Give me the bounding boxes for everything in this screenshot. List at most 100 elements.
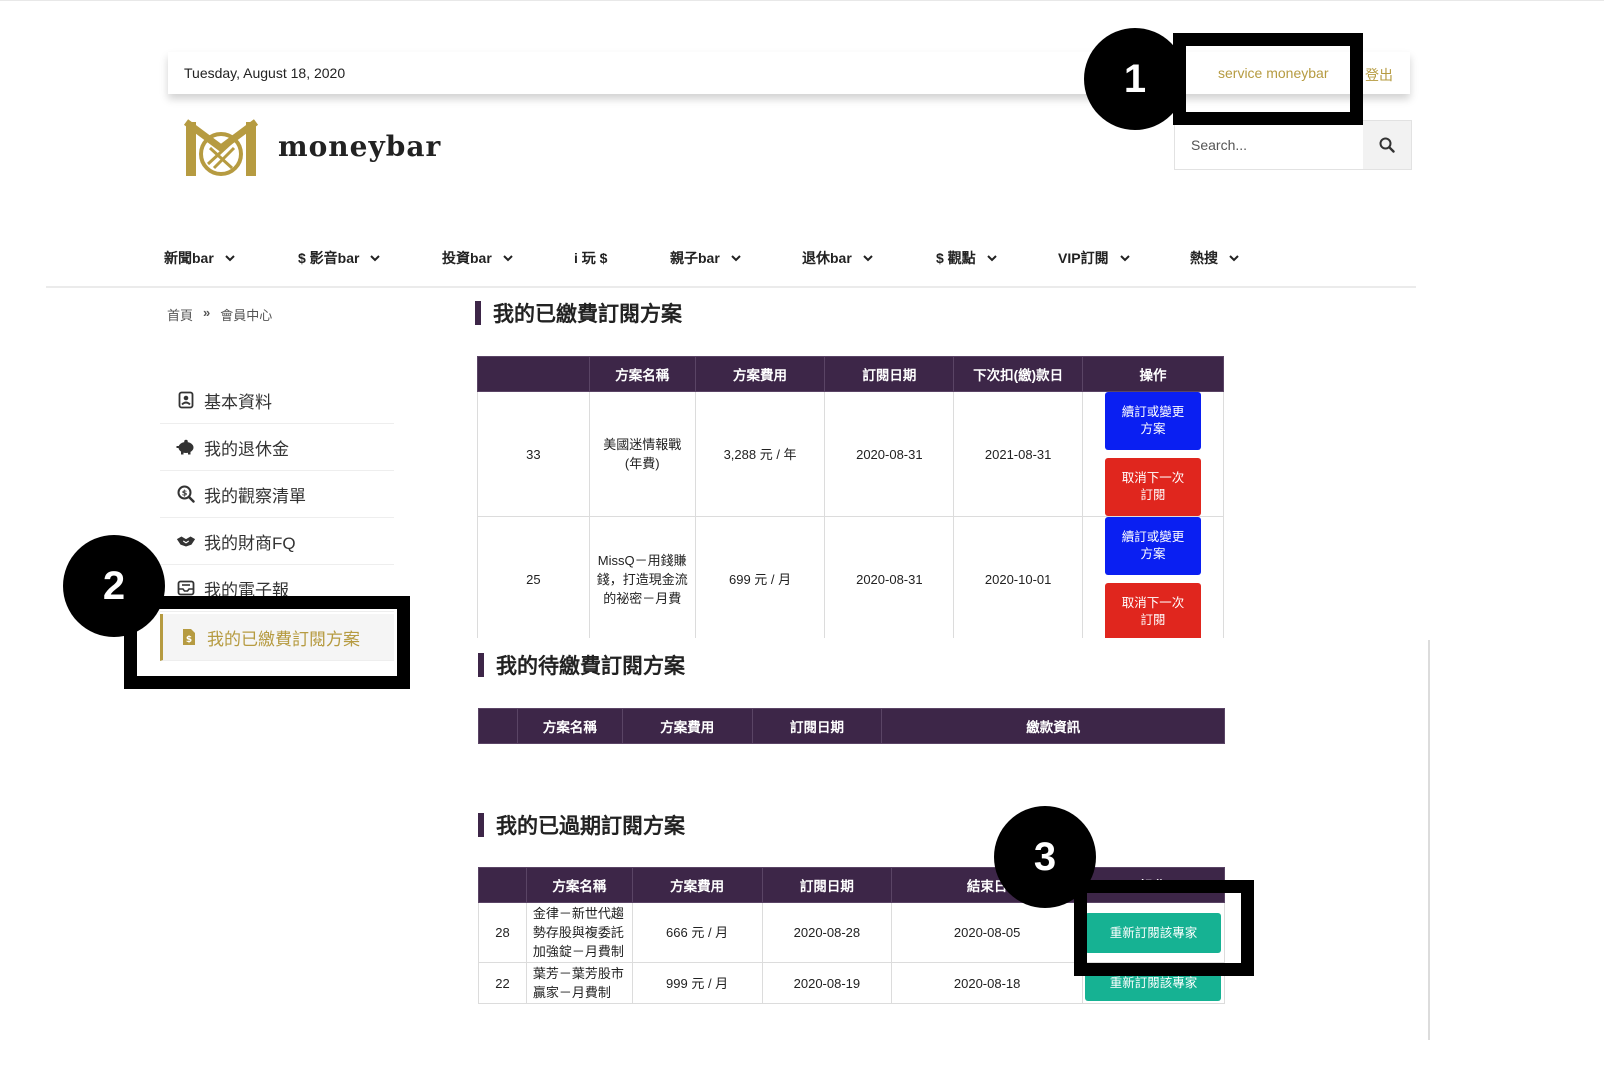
handshake-icon [176, 531, 196, 551]
plan-id: 33 [477, 391, 590, 517]
section-title-text: 我的已繳費訂閱方案 [493, 303, 682, 326]
plan-id: 22 [478, 962, 527, 1004]
cancel-next-subscription-button[interactable]: 取消下一次 訂閱 [1105, 458, 1202, 516]
plan-id: 28 [478, 902, 527, 963]
pending-section-title: 我的待繳費訂閱方案 [478, 650, 685, 680]
column-header: 方案名稱 [588, 356, 696, 392]
subscribe-date: 2020-08-19 [761, 962, 893, 1004]
next-charge-date: 2020-10-01 [953, 516, 1084, 638]
nav-item-opinion[interactable]: $ 觀點 [936, 248, 998, 268]
sidebar-item-label: 我的財商FQ [204, 533, 296, 553]
nav-item-invest[interactable]: 投資bar [442, 248, 514, 268]
actions-cell: 續訂或變更 方案 取消下一次 訂閱 [1082, 391, 1224, 517]
breadcrumb-current: 會員中心 [220, 308, 273, 323]
nav-item-vip[interactable]: VIP訂閱 [1058, 248, 1131, 268]
chevron-down-icon [986, 255, 997, 262]
nav-label: $ 影音bar [298, 250, 360, 266]
sidebar-item-fq[interactable]: 我的財商FQ [160, 518, 394, 565]
plan-name: MissQ－用錢賺 錢，打造現金流 的祕密－月費 [588, 516, 696, 638]
plan-id: 25 [477, 516, 590, 638]
nav-item-retire[interactable]: 退休bar [802, 248, 874, 268]
title-accent-bar [478, 813, 484, 837]
pending-subscriptions-table: 方案名稱 方案費用 訂閱日期 繳款資訊 [478, 708, 1225, 744]
sidebar-item-label: 我的觀察清單 [204, 486, 306, 506]
chevron-down-icon [370, 255, 381, 262]
chevron-down-icon [225, 255, 235, 262]
breadcrumb-home[interactable]: 首頁 [167, 305, 193, 324]
sidebar-item-watchlist[interactable]: $ 我的觀察清單 [160, 471, 394, 518]
highlight-box-3 [1074, 880, 1254, 976]
sidebar-item-label: 我的退休金 [204, 439, 289, 459]
end-date: 2020-08-18 [891, 962, 1083, 1004]
subscribe-date: 2020-08-31 [824, 391, 955, 517]
top-border [0, 0, 1604, 1]
mail-tray-icon [176, 578, 196, 598]
renew-or-change-button[interactable]: 續訂或變更 方案 [1105, 392, 1202, 450]
contact-card-icon [176, 390, 196, 410]
nav-item-play[interactable]: i 玩 $ [574, 248, 607, 268]
sidebar-item-pension[interactable]: 我的退休金 [160, 424, 394, 471]
step-marker-3: 3 [994, 806, 1096, 908]
nav-label: 退休bar [802, 250, 852, 266]
table-header-row: 方案名稱 方案費用 訂閱日期 下次扣(繳)款日 操作 [477, 356, 1224, 392]
nav-label: $ 觀點 [936, 250, 976, 266]
nav-item-parenting[interactable]: 親子bar [670, 248, 742, 268]
column-header: 繳款資訊 [881, 708, 1225, 744]
search-input[interactable] [1175, 121, 1365, 169]
nav-item-news[interactable]: 新聞bar [164, 248, 236, 268]
end-date: 2020-08-05 [891, 902, 1083, 963]
highlight-box-1 [1173, 33, 1363, 125]
nav-label: 親子bar [670, 250, 720, 266]
table-row: 33 美國迷情報戰 (年費) 3,288 元 / 年 2020-08-31 20… [477, 391, 1224, 517]
column-header: 訂閱日期 [761, 867, 893, 903]
site-logo[interactable]: moneybar [184, 118, 444, 180]
column-header: 方案費用 [694, 356, 826, 392]
plan-fee: 699 元 / 月 [694, 516, 826, 638]
search-button[interactable] [1363, 121, 1411, 169]
cancel-next-subscription-button[interactable]: 取消下一次 訂閱 [1105, 583, 1202, 638]
paid-table-viewport[interactable]: 方案名稱 方案費用 訂閱日期 下次扣(繳)款日 操作 33 美國迷情報戰 (年費… [477, 356, 1224, 638]
breadcrumb-separator: » [203, 305, 211, 320]
chevron-down-icon [1229, 255, 1239, 262]
chevron-down-icon [503, 255, 513, 262]
step-marker-1: 1 [1084, 28, 1186, 130]
paid-section-title: 我的已繳費訂閱方案 [475, 298, 682, 328]
renew-or-change-button[interactable]: 續訂或變更 方案 [1105, 517, 1202, 575]
column-header: 訂閱日期 [751, 708, 883, 744]
nav-label: VIP訂閱 [1058, 250, 1109, 266]
brand-name: moneybar [278, 130, 442, 163]
table-row: 25 MissQ－用錢賺 錢，打造現金流 的祕密－月費 699 元 / 月 20… [477, 516, 1224, 638]
paid-subscriptions-table: 方案名稱 方案費用 訂閱日期 下次扣(繳)款日 操作 33 美國迷情報戰 (年費… [477, 356, 1224, 638]
magnifier-dollar-icon: $ [176, 484, 196, 504]
chevron-down-icon [863, 255, 873, 262]
step-marker-2: 2 [63, 535, 165, 637]
column-header: 方案名稱 [525, 867, 633, 903]
column-header: 操作 [1082, 356, 1224, 392]
logout-link[interactable]: 登出 [1365, 65, 1393, 85]
plan-name: 美國迷情報戰 (年費) [588, 391, 696, 517]
scroll-divider [1428, 640, 1430, 1040]
title-accent-bar [475, 301, 481, 325]
subscribe-date: 2020-08-28 [761, 902, 893, 963]
column-header: 方案名稱 [516, 708, 623, 744]
current-date: Tuesday, August 18, 2020 [184, 65, 346, 81]
section-title-text: 我的已過期訂閱方案 [496, 815, 685, 838]
actions-cell: 續訂或變更 方案 取消下一次 訂閱 [1082, 516, 1224, 638]
plan-fee: 3,288 元 / 年 [694, 391, 826, 517]
nav-item-trending[interactable]: 熱搜 [1190, 248, 1240, 268]
piggy-bank-icon [176, 437, 196, 457]
nav-item-video[interactable]: $ 影音bar [298, 248, 381, 268]
nav-label: 熱搜 [1190, 250, 1218, 266]
expired-section-title: 我的已過期訂閱方案 [478, 810, 685, 840]
plan-name: 金律－新世代趨 勢存股與複委託 加強錠－月費制 [525, 902, 633, 963]
sidebar-item-profile[interactable]: 基本資料 [160, 377, 394, 424]
sidebar-item-label: 基本資料 [204, 392, 272, 412]
column-header: 方案費用 [621, 708, 753, 744]
chevron-down-icon [731, 255, 741, 262]
column-header [478, 708, 518, 744]
next-charge-date: 2021-08-31 [953, 391, 1084, 517]
nav-label: i 玩 $ [574, 250, 608, 266]
column-header: 訂閱日期 [824, 356, 955, 392]
nav-divider [46, 286, 1416, 288]
breadcrumb: 首頁 » 會員中心 [167, 305, 272, 324]
